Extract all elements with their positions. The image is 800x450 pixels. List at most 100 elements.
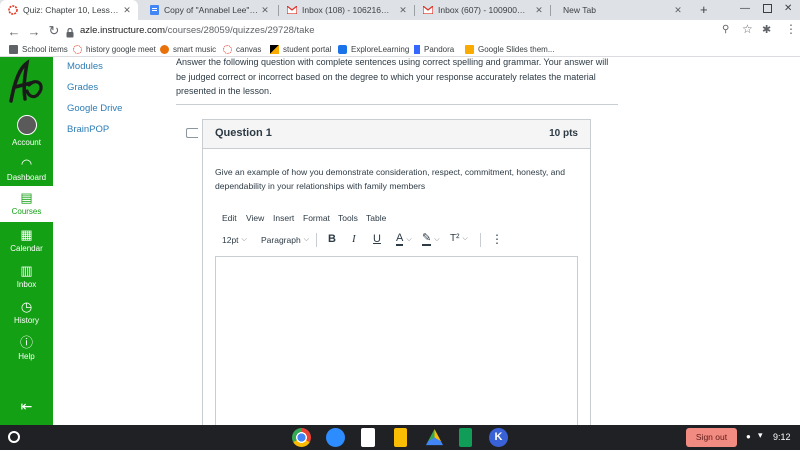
toolbar-divider [316, 233, 317, 247]
canvas-icon [73, 44, 82, 54]
flag-question-icon[interactable] [186, 128, 198, 138]
underline-icon[interactable]: U [373, 233, 381, 245]
nav-label: Courses [11, 207, 42, 216]
zoom-icon[interactable] [326, 428, 345, 447]
institution-logo[interactable] [3, 59, 49, 112]
bookmark-school-items[interactable]: School items [9, 42, 68, 56]
extensions-icon[interactable]: ✱ [762, 23, 771, 36]
launcher-icon[interactable] [8, 431, 20, 443]
question-text: Give an example of how you demonstrate c… [215, 167, 565, 191]
close-tab-icon[interactable]: ✕ [120, 5, 134, 16]
inbox-icon: ▥ [20, 263, 33, 278]
files-icon[interactable] [361, 428, 375, 447]
nav-dashboard[interactable]: ◠ Dashboard [0, 156, 53, 183]
tab-new-tab[interactable]: New Tab ✕ [551, 0, 689, 20]
course-nav-modules[interactable]: Modules [67, 61, 103, 72]
dashboard-icon: ◠ [20, 156, 33, 171]
bookmark-google-slides[interactable]: Google Slides them... [465, 42, 554, 56]
bookmark-star-icon[interactable]: ☆ [742, 22, 753, 36]
close-window-icon[interactable]: ✕ [784, 3, 792, 14]
global-navigation: Account ◠ Dashboard ▤ Courses ▦ Calendar… [0, 57, 53, 425]
location-icon[interactable]: ⚲ [722, 24, 729, 35]
nav-label: Dashboard [6, 173, 47, 182]
sheets-icon[interactable] [459, 428, 472, 447]
system-clock[interactable]: 9:12 [773, 432, 791, 442]
course-nav-brainpop[interactable]: BrainPOP [67, 124, 109, 135]
kami-icon[interactable]: K [489, 428, 508, 447]
notification-icon[interactable]: ● [746, 432, 751, 441]
bookmark-label: history google meet [86, 44, 156, 54]
nav-inbox[interactable]: ▥ Inbox [0, 263, 53, 290]
wifi-icon[interactable]: ▾ [758, 430, 763, 441]
close-tab-icon[interactable]: ✕ [396, 5, 410, 16]
menu-table[interactable]: Table [366, 213, 386, 223]
italic-icon[interactable]: I [352, 233, 356, 245]
course-nav-google-drive[interactable]: Google Drive [67, 103, 122, 114]
nav-courses[interactable]: ▤ Courses [0, 186, 53, 222]
slides-icon [465, 44, 474, 54]
bold-icon[interactable]: B [328, 233, 336, 245]
canvas-favicon-icon [8, 5, 18, 15]
help-icon: ⓘ [19, 335, 33, 350]
collapse-nav-button[interactable]: ⇤ [0, 398, 53, 415]
tab-annabel-lee[interactable]: Copy of "Annabel Lee" Questions ✕ [141, 0, 276, 20]
nav-history[interactable]: ◷ History [0, 300, 53, 326]
bookmark-explorelearning[interactable]: ExploreLearning [338, 42, 409, 56]
bookmark-smart-music[interactable]: smart music [160, 42, 216, 56]
nav-label: History [14, 316, 39, 325]
block-format-select[interactable]: Paragraph ⌵ [261, 235, 309, 245]
tab-inbox-607[interactable]: Inbox (607) - 100900@g.azleisd.net ✕ [415, 0, 550, 20]
maximize-icon[interactable] [763, 4, 772, 13]
answer-editor[interactable] [215, 256, 578, 425]
forward-icon[interactable]: → [24, 24, 44, 39]
bookmark-history-google-meet[interactable]: history google meet [73, 42, 156, 56]
font-size-select[interactable]: 12pt ⌵ [222, 235, 247, 245]
nav-help[interactable]: ⓘ Help [0, 335, 53, 362]
bookmark-label: School items [22, 44, 68, 54]
courses-icon: ▤ [20, 190, 33, 205]
nav-calendar[interactable]: ▦ Calendar [0, 227, 53, 254]
nav-account[interactable]: Account [0, 115, 53, 147]
bookmark-canvas[interactable]: canvas [223, 42, 261, 56]
bookmark-label: Pandora [424, 44, 455, 54]
sign-out-button[interactable]: Sign out [686, 428, 737, 447]
course-nav-grades[interactable]: Grades [67, 82, 98, 93]
close-tab-icon[interactable]: ✕ [532, 5, 546, 16]
tab-inbox-108[interactable]: Inbox (108) - 106216@g.azleisd.net ✕ [279, 0, 414, 20]
collapse-icon: ⇤ [20, 398, 33, 414]
chevron-down-icon: ⌵ [462, 234, 468, 242]
more-options-icon[interactable]: ⋮ [491, 232, 503, 246]
chevron-down-icon: ⌵ [303, 236, 310, 243]
text-color-icon[interactable]: A ⌵ [396, 233, 412, 246]
menu-format[interactable]: Format [303, 213, 330, 223]
highlight-color-icon[interactable]: ✎ ⌵ [422, 233, 440, 246]
menu-insert[interactable]: Insert [273, 213, 294, 223]
portal-icon [270, 44, 279, 54]
nav-label: Help [18, 352, 35, 361]
menu-tools[interactable]: Tools [338, 213, 358, 223]
close-tab-icon[interactable]: ✕ [258, 5, 272, 16]
divider [176, 104, 618, 105]
canvas-icon [223, 44, 232, 54]
chrome-icon[interactable] [292, 428, 311, 447]
menu-kebab-icon[interactable]: ⋮ [785, 22, 797, 36]
reload-icon[interactable]: ↻ [44, 23, 64, 39]
address-bar[interactable]: azle.instructure.com/courses/28059/quizz… [80, 23, 314, 39]
menu-view[interactable]: View [246, 213, 264, 223]
menu-edit[interactable]: Edit [222, 213, 237, 223]
tab-title: Inbox (108) - 106216@g.azleisd.net [302, 5, 396, 15]
keep-icon[interactable] [394, 428, 407, 447]
calendar-icon: ▦ [20, 227, 33, 242]
back-icon[interactable]: ← [4, 24, 24, 39]
bookmark-label: Google Slides them... [478, 44, 555, 54]
bookmark-student-portal[interactable]: student portal [270, 42, 331, 56]
question-title: Question 1 [215, 127, 272, 139]
bookmark-pandora[interactable]: Pandora [414, 42, 454, 56]
tab-quiz[interactable]: Quiz: Chapter 10, Lesson 1 Review ✕ [0, 0, 138, 20]
folder-icon [9, 44, 18, 54]
url-path: /courses/28059/quizzes/29728/take [165, 25, 315, 36]
superscript-icon[interactable]: T² ⌵ [450, 233, 468, 244]
close-tab-icon[interactable]: ✕ [671, 5, 685, 16]
minimize-icon[interactable]: — [740, 3, 750, 14]
new-tab-button[interactable]: + [700, 2, 708, 17]
